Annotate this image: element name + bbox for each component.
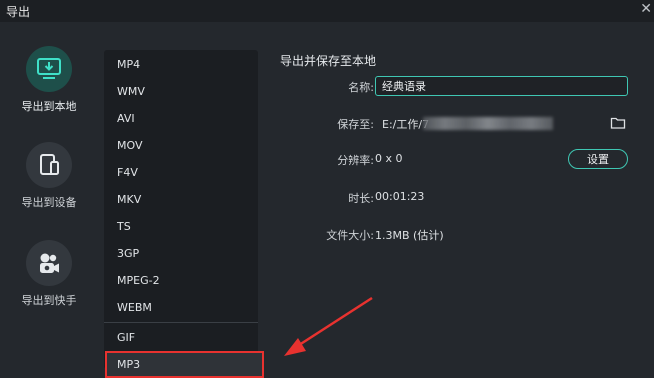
format-divider [104,322,258,323]
name-input[interactable] [375,76,628,96]
save-label: 保存至: [337,118,374,131]
redacted-path [423,117,553,130]
export-settings-panel: 导出并保存至本地 名称: 保存至: E:/工作/7 分辨率: 0 x 0 设置 … [280,52,650,242]
devices-icon [26,142,72,188]
arrow-head [284,338,306,356]
format-item-gif[interactable]: GIF [104,324,258,351]
nav-item-export-local[interactable]: 导出到本地 [0,46,98,114]
settings-button[interactable]: 设置 [568,149,628,169]
export-destination-nav: 导出到本地 导出到设备 导出到快手 [0,22,98,369]
nav-label: 导出到设备 [21,196,77,209]
format-item-mov[interactable]: MOV [104,132,258,159]
format-item-avi[interactable]: AVI [104,105,258,132]
nav-label: 导出到快手 [21,294,77,307]
duration-label: 时长: [348,192,374,205]
format-item-mkv[interactable]: MKV [104,186,258,213]
resolution-value: 0 x 0 [375,152,403,165]
format-item-wmv[interactable]: WMV [104,78,258,105]
filesize-value: 1.3MB (估计) [375,229,444,242]
nav-item-export-kuaishou[interactable]: 导出到快手 [0,240,98,308]
resolution-label: 分辨率: [337,154,374,167]
format-item-mp3[interactable]: MP3 [105,351,264,378]
format-item-3gp[interactable]: 3GP [104,240,258,267]
save-path-field[interactable]: E:/工作/7 [375,113,630,135]
duration-row: 时长: 00:01:23 [280,187,650,209]
format-list: MP4 WMV AVI MOV F4V MKV TS 3GP MPEG-2 WE… [104,50,264,378]
format-item-mpeg2[interactable]: MPEG-2 [104,267,258,294]
format-item-ts[interactable]: TS [104,213,258,240]
resolution-row: 分辨率: 0 x 0 设置 [280,149,650,171]
kuaishou-camera-icon [26,240,72,286]
folder-icon[interactable] [610,116,626,133]
nav-item-export-device[interactable]: 导出到设备 [0,142,98,210]
format-item-f4v[interactable]: F4V [104,159,258,186]
monitor-download-icon [26,46,72,92]
save-path-row: 保存至: E:/工作/7 [280,113,650,135]
filesize-label: 文件大小: [326,229,374,242]
window-title: 导出 [6,5,31,19]
name-label: 名称: [348,81,374,94]
close-icon[interactable]: ✕ [640,1,652,17]
filesize-row: 文件大小: 1.3MB (估计) [280,224,650,246]
duration-value: 00:01:23 [375,190,425,203]
section-title: 导出并保存至本地 [280,54,377,68]
format-item-webm[interactable]: WEBM [104,294,258,321]
nav-label: 导出到本地 [21,100,77,113]
title-bar: 导出 ✕ [0,0,654,22]
name-row: 名称: [280,76,650,98]
arrow-shaft [295,296,373,349]
format-item-mp4[interactable]: MP4 [104,51,258,78]
